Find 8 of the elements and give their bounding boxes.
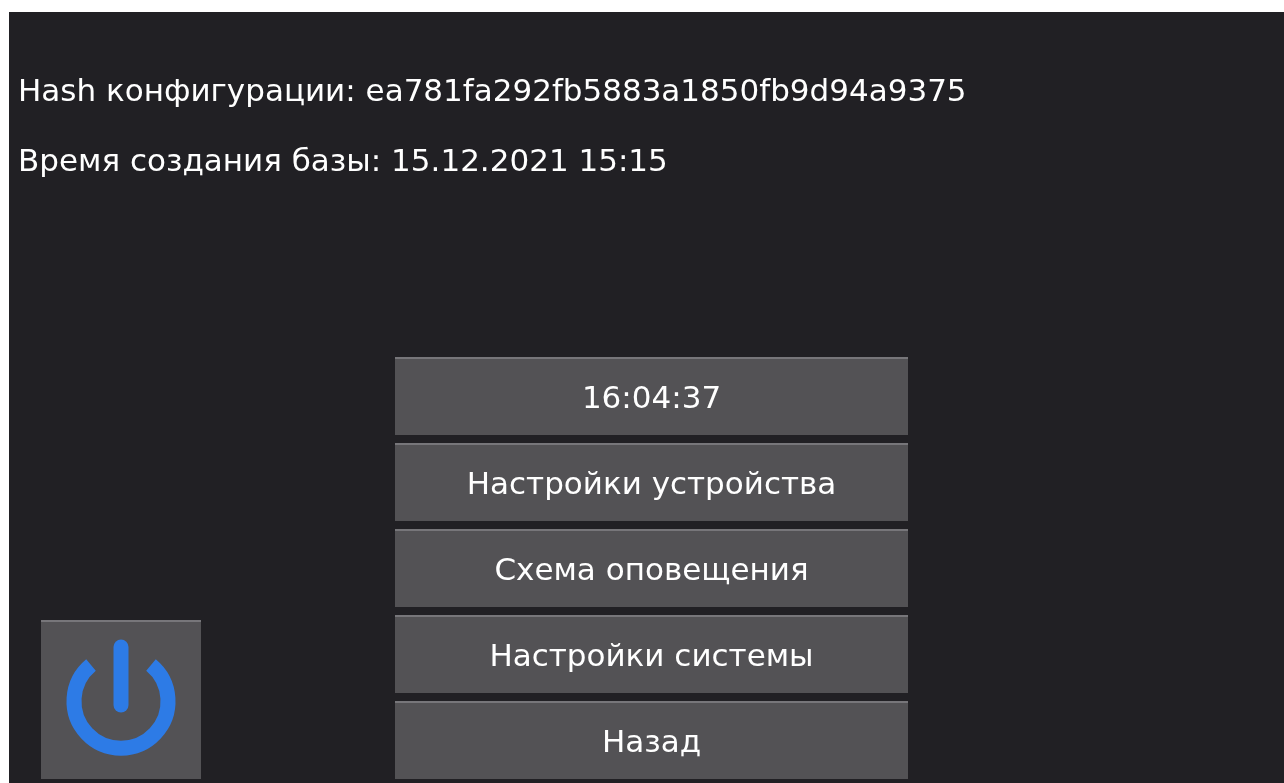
menu-button[interactable]: Настройки устройства (395, 443, 908, 521)
menu-button[interactable]: Настройки системы (395, 615, 908, 693)
menu-button[interactable]: Схема оповещения (395, 529, 908, 607)
menu-button[interactable]: 16:04:37 (395, 357, 908, 435)
power-button[interactable] (41, 620, 201, 779)
menu-button[interactable]: Назад (395, 701, 908, 779)
info-text: Время создания базы: 15.12.2021 15:15 (18, 141, 669, 180)
info-text: Hash конфигурации: ea781fa292fb5883a1850fb9d94a9375 (18, 71, 968, 110)
